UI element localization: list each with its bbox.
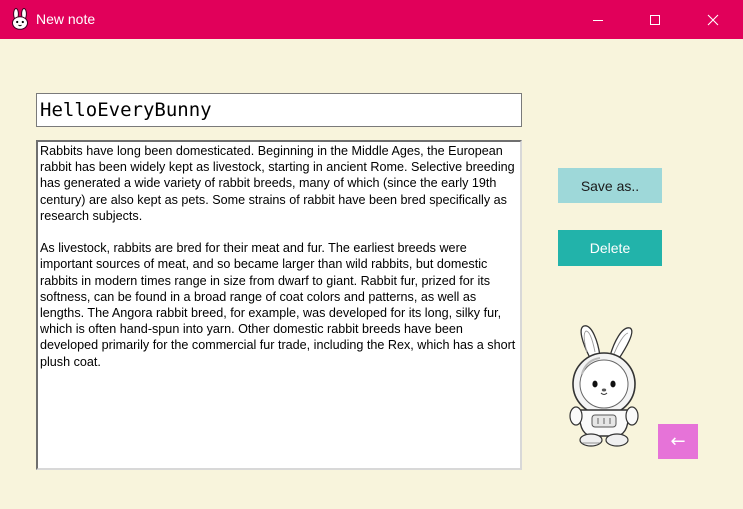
window-title: New note [36, 11, 96, 27]
maximize-button[interactable] [626, 0, 684, 39]
back-button[interactable]: ← [658, 424, 698, 459]
maximize-icon [649, 14, 661, 26]
note-title-input[interactable] [36, 93, 522, 127]
title-bar[interactable]: New note [0, 0, 743, 39]
minimize-button[interactable] [569, 0, 627, 39]
close-icon [707, 14, 719, 26]
note-body-textarea[interactable]: Rabbits have long been domesticated. Beg… [36, 140, 522, 470]
minimize-icon [592, 14, 604, 26]
astronaut-bunny-illustration [556, 322, 656, 452]
save-as-button[interactable]: Save as.. [558, 168, 662, 203]
delete-button[interactable]: Delete [558, 230, 662, 266]
back-arrow-icon: ← [670, 431, 686, 452]
bunny-icon [10, 8, 30, 30]
close-button[interactable] [684, 0, 742, 39]
